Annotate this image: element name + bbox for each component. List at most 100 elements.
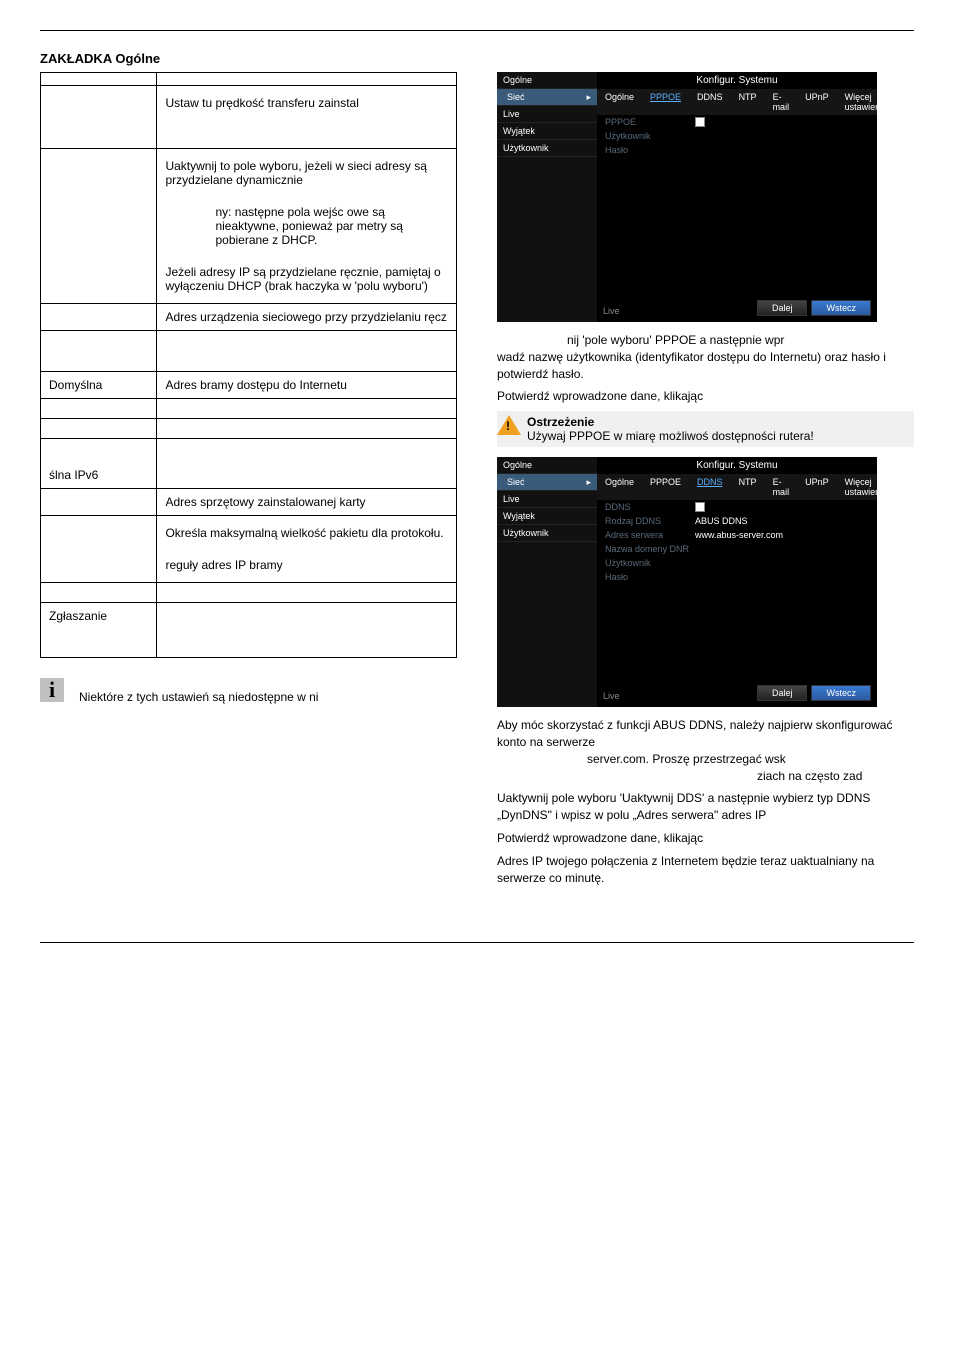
btn-dalej-2[interactable]: Dalej — [757, 685, 808, 701]
tab-ogolne[interactable]: Ogólne — [597, 89, 642, 115]
tab-ntp[interactable]: NTP — [731, 89, 765, 115]
ddns-p1: Aby móc skorzystać z funkcji ABUS DDNS, … — [497, 717, 914, 784]
pppoe-pass-label: Hasło — [605, 145, 695, 155]
cell-r11-name — [41, 583, 157, 603]
th-blank-1 — [41, 73, 157, 86]
sidebar-item-wyjatek[interactable]: Wyjątek — [497, 123, 597, 140]
r1-desc: Ustaw tu prędkość transferu zainstal — [165, 96, 448, 110]
screenshot-pppoe: Ogólne Sieć Live Wyjątek Użytkownik Konf… — [497, 72, 877, 322]
cell-r3-name — [41, 304, 157, 331]
tab-upnp-2[interactable]: UPnP — [797, 474, 837, 500]
tab-ddns[interactable]: DDNS — [689, 89, 731, 115]
warning-box: Ostrzeżenie Używaj PPPOE w miarę możliwo… — [497, 411, 914, 447]
tab-upnp[interactable]: UPnP — [797, 89, 837, 115]
btn-wstecz-1[interactable]: Wstecz — [811, 300, 871, 316]
scr-title-2: Konfigur. Systemu — [597, 457, 877, 474]
page-title: ZAKŁADKA Ogólne — [40, 51, 914, 66]
sidebar-item-wyjatek-2[interactable]: Wyjątek — [497, 508, 597, 525]
cell-r2-name — [41, 149, 157, 304]
footer-live-1[interactable]: Live — [603, 306, 620, 316]
sidebar-item-siec[interactable]: Sieć — [497, 89, 597, 106]
screenshot-ddns: Ogólne Sieć Live Wyjątek Użytkownik Konf… — [497, 457, 877, 707]
cell-r6-desc — [157, 399, 457, 419]
right-column: Ogólne Sieć Live Wyjątek Użytkownik Konf… — [497, 72, 914, 892]
ddns-p2: Uaktywnij pole wyboru 'Uaktywnij DDS' a … — [497, 790, 914, 824]
ddns-checkbox[interactable] — [695, 502, 705, 512]
ddns-pass-label: Hasło — [605, 572, 695, 582]
r9-desc: Określa maksymalną wielkość pakietu dla … — [165, 526, 448, 540]
p1-a: nij 'pole wyboru' PPPOE a następnie wpr — [497, 332, 914, 349]
ddns-domain-label: Nazwa domeny DNR — [605, 544, 695, 554]
ddns-server-label: Adres serwera — [605, 530, 695, 540]
cell-r9-name — [41, 516, 157, 583]
ddns-server-val[interactable]: www.abus-server.com — [695, 530, 783, 540]
ddns-p1c: ziach na często zad — [497, 768, 862, 785]
warning-icon — [497, 415, 521, 435]
left-column: Ustaw tu prędkość transferu zainstal Uak… — [40, 72, 457, 892]
cell-r5-desc: Adres bramy dostępu do Internetu — [157, 372, 457, 399]
pppoe-checkbox[interactable] — [695, 117, 705, 127]
pppoe-user-label: Użytkownik — [605, 131, 695, 141]
ddns-p2-text: Uaktywnij pole wyboru 'Uaktywnij DDS' a … — [497, 791, 870, 822]
sidebar-item-uzytkownik-2[interactable]: Użytkownik — [497, 525, 597, 542]
cell-r5-name: Domyślna — [41, 372, 157, 399]
btn-wstecz-2[interactable]: Wstecz — [811, 685, 871, 701]
ddns-p4: Adres IP twojego połączenia z Internetem… — [497, 853, 914, 887]
cell-r6b-name — [41, 419, 157, 439]
right-p1: nij 'pole wyboru' PPPOE a następnie wpr … — [497, 332, 914, 382]
r10-desc: reguły adres IP bramy — [165, 558, 448, 572]
cell-r4-name — [41, 331, 157, 372]
sidebar-item-live[interactable]: Live — [497, 106, 597, 123]
tab-ddns-2[interactable]: DDNS — [689, 474, 731, 500]
r2-sub: ny: następne pola wejśc owe są nieaktywn… — [215, 205, 448, 247]
sidebar-item-ogolne[interactable]: Ogólne — [497, 72, 597, 89]
tab-email[interactable]: E-mail — [765, 89, 798, 115]
info-box: i Niektóre z tych ustawień są niedostępn… — [40, 678, 457, 704]
info-icon: i — [40, 678, 64, 702]
cell-r6b-desc — [157, 419, 457, 439]
tab-wiecej-2[interactable]: Więcej ustawień — [837, 474, 889, 500]
th-blank-2 — [157, 73, 457, 86]
tab-ntp-2[interactable]: NTP — [731, 474, 765, 500]
ddns-fields: DDNS Rodzaj DDNSABUS DDNS Adres serweraw… — [597, 500, 877, 584]
tab-ogolne-2[interactable]: Ogólne — [597, 474, 642, 500]
ddns-type-label: Rodzaj DDNS — [605, 516, 695, 526]
r2-desc: Uaktywnij to pole wyboru, jeżeli w sieci… — [165, 159, 448, 187]
info-note: Niektóre z tych ustawień są niedostępne … — [79, 690, 318, 704]
sidebar-item-ogolne-2[interactable]: Ogólne — [497, 457, 597, 474]
tab-email-2[interactable]: E-mail — [765, 474, 798, 500]
cell-r7-name: ślna IPv6 — [41, 439, 157, 489]
tab-wiecej[interactable]: Więcej ustawień — [837, 89, 889, 115]
ddns-user-label: Użytkownik — [605, 558, 695, 568]
sidebar-ddns: Ogólne Sieć Live Wyjątek Użytkownik — [497, 457, 597, 707]
cell-r11-desc — [157, 583, 457, 603]
tab-pppoe[interactable]: PPPOE — [642, 89, 689, 115]
cell-r12-desc — [157, 603, 457, 658]
sidebar-item-siec-2[interactable]: Sieć — [497, 474, 597, 491]
cell-r1-name — [41, 86, 157, 149]
cell-r8-name — [41, 489, 157, 516]
footer-live-2[interactable]: Live — [603, 691, 620, 701]
sidebar-item-live-2[interactable]: Live — [497, 491, 597, 508]
cell-r9-desc: Określa maksymalną wielkość pakietu dla … — [157, 516, 457, 583]
r2-more: Jeżeli adresy IP są przydzielane ręcznie… — [165, 265, 448, 293]
pppoe-section-label: PPPOE — [605, 117, 695, 127]
cell-r2-desc: Uaktywnij to pole wyboru, jeżeli w sieci… — [157, 149, 457, 304]
ddns-p3: Potwierdź wprowadzone dane, klikając — [497, 830, 914, 847]
tab-pppoe-2[interactable]: PPPOE — [642, 474, 689, 500]
warn-title: Ostrzeżenie — [527, 415, 594, 429]
scr-title-1: Konfigur. Systemu — [597, 72, 877, 89]
cell-r3-desc: Adres urządzenia sieciowego przy przydzi… — [157, 304, 457, 331]
cell-r1-desc: Ustaw tu prędkość transferu zainstal — [157, 86, 457, 149]
cell-r7-desc — [157, 439, 457, 489]
sidebar-pppoe: Ogólne Sieć Live Wyjątek Użytkownik — [497, 72, 597, 322]
sidebar-item-uzytkownik[interactable]: Użytkownik — [497, 140, 597, 157]
cell-r8-desc: Adres sprzętowy zainstalowanej karty — [157, 489, 457, 516]
pppoe-fields: PPPOE Użytkownik Hasło — [597, 115, 877, 157]
cell-r6-name — [41, 399, 157, 419]
cell-r12-name: Zgłaszanie — [41, 603, 157, 658]
ddns-type-val[interactable]: ABUS DDNS — [695, 516, 748, 526]
warn-body: Używaj PPPOE w miarę możliwoś dostępnośc… — [527, 429, 814, 443]
ddns-section-label: DDNS — [605, 502, 695, 512]
btn-dalej-1[interactable]: Dalej — [757, 300, 808, 316]
